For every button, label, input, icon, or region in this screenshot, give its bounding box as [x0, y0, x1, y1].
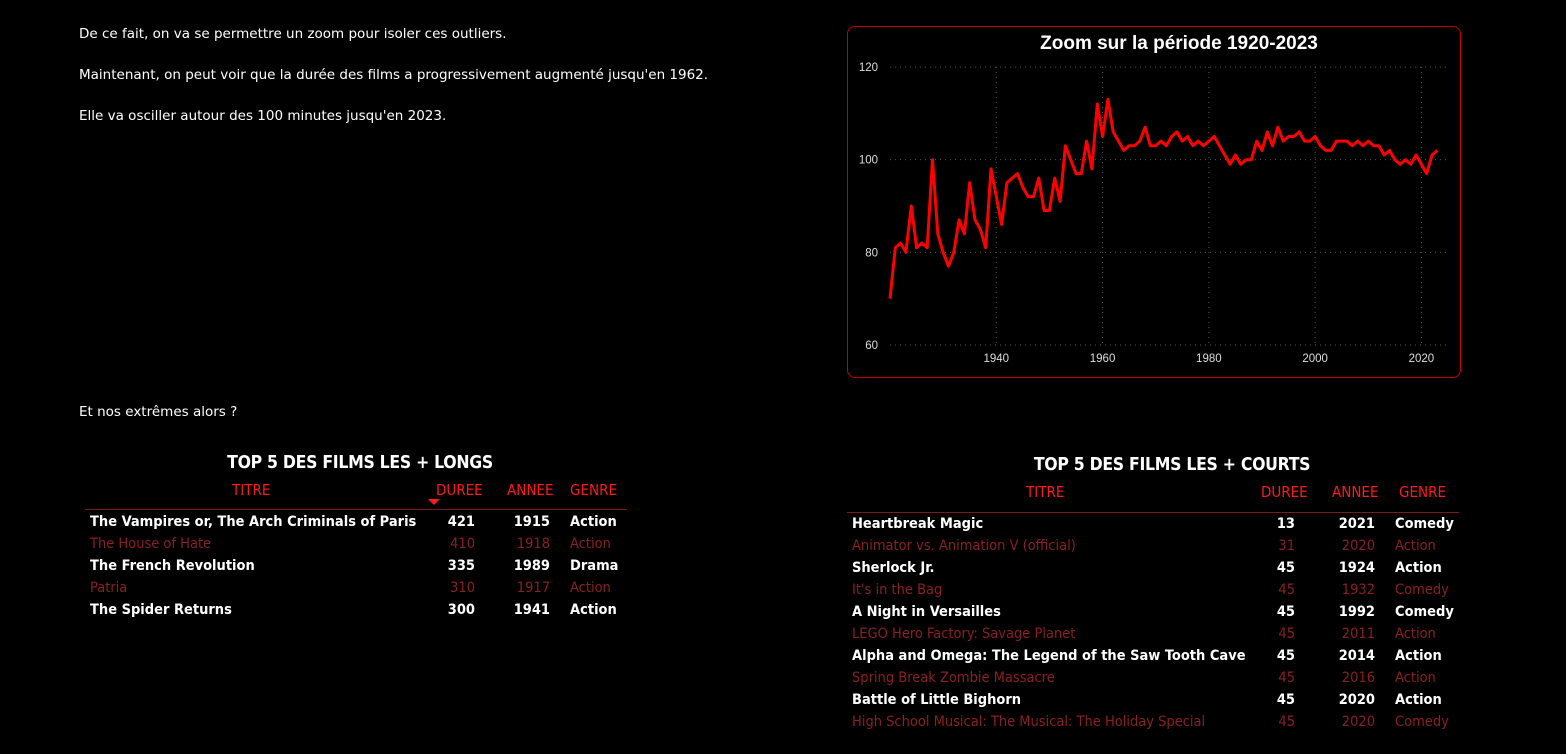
top-short-title: TOP 5 DES FILMS LES + COURTS — [1033, 455, 1311, 475]
header-genre[interactable]: GENRE — [570, 481, 617, 499]
cell-annee: 2021 — [1338, 516, 1375, 532]
header-duree[interactable]: DUREE — [436, 481, 483, 499]
cell-genre: Action — [1395, 692, 1442, 708]
cell-duree: 335 — [447, 558, 475, 574]
cell-genre: Action — [570, 580, 611, 596]
cell-annee: 1917 — [516, 580, 550, 596]
cell-annee: 2011 — [1341, 626, 1375, 642]
header-divider — [847, 512, 1459, 513]
chart-title: Zoom sur la période 1920-2023 — [1040, 33, 1318, 54]
header-duree[interactable]: DUREE — [1261, 483, 1308, 501]
header-titre[interactable]: TITRE — [1026, 483, 1064, 501]
header-divider — [85, 509, 627, 510]
paragraph-increase: Maintenant, on peut voir que la durée de… — [79, 67, 709, 83]
cell-annee: 2020 — [1341, 538, 1375, 554]
cell-genre: Action — [1395, 670, 1436, 686]
cell-genre: Comedy — [1395, 604, 1454, 620]
cell-duree: 31 — [1278, 538, 1295, 554]
header-genre[interactable]: GENRE — [1399, 483, 1446, 501]
cell-duree: 310 — [450, 580, 475, 596]
cell-genre: Action — [1395, 560, 1442, 576]
cell-annee: 1989 — [513, 558, 550, 574]
line-chart-svg: Zoom sur la période 1920-2023 60 80 100 120 1… — [859, 33, 1448, 365]
cell-titre: Heartbreak Magic — [852, 516, 984, 532]
cell-duree: 45 — [1276, 604, 1295, 620]
cell-annee: 1992 — [1338, 604, 1375, 620]
header-annee[interactable]: ANNEE — [1332, 483, 1378, 501]
cell-genre: Drama — [570, 558, 619, 574]
cell-genre: Action — [1395, 626, 1436, 642]
cell-duree: 410 — [450, 536, 475, 552]
cell-duree: 45 — [1276, 692, 1295, 708]
cell-titre: The Vampires or, The Arch Criminals of P… — [90, 514, 417, 530]
cell-titre: A Night in Versailles — [852, 604, 1001, 620]
paragraph-extremes: Et nos extrêmes alors ? — [79, 404, 238, 420]
cell-titre: Alpha and Omega: The Legend of the Saw T… — [852, 648, 1246, 664]
cell-titre: Animator vs. Animation V (official) — [852, 538, 1076, 554]
cell-annee: 2016 — [1341, 670, 1375, 686]
cell-duree: 13 — [1276, 516, 1295, 532]
cell-duree: 45 — [1278, 714, 1295, 730]
header-annee[interactable]: ANNEE — [507, 481, 553, 499]
cell-titre: It's in the Bag — [852, 582, 943, 598]
paragraph-zoom: De ce fait, on va se permettre un zoom p… — [79, 26, 507, 42]
cell-annee: 2014 — [1338, 648, 1375, 664]
y-tick-label: 60 — [865, 340, 878, 352]
x-tick-label: 1940 — [983, 353, 1009, 365]
cell-duree: 45 — [1276, 648, 1295, 664]
cell-duree: 300 — [447, 602, 475, 618]
y-tick-label: 100 — [859, 155, 878, 167]
zoom-chart: Zoom sur la période 1920-2023 60 80 100 120 1… — [847, 26, 1461, 378]
cell-annee: 2020 — [1338, 692, 1375, 708]
x-tick-label: 1960 — [1090, 353, 1116, 365]
x-tick-label: 2020 — [1409, 353, 1435, 365]
y-tick-label: 120 — [859, 62, 878, 74]
cell-genre: Comedy — [1395, 714, 1449, 730]
cell-titre: Sherlock Jr. — [852, 560, 935, 576]
cell-annee: 1918 — [516, 536, 550, 552]
cell-duree: 45 — [1278, 670, 1295, 686]
cell-genre: Action — [1395, 648, 1442, 664]
cell-genre: Action — [570, 536, 611, 552]
y-tick-label: 80 — [865, 247, 878, 259]
cell-duree: 45 — [1278, 626, 1295, 642]
cell-titre: Patria — [90, 580, 128, 596]
x-tick-label: 1980 — [1196, 353, 1222, 365]
cell-duree: 45 — [1276, 560, 1295, 576]
cell-annee: 1941 — [513, 602, 550, 618]
cell-duree: 421 — [447, 514, 475, 530]
cell-titre: Battle of Little Bighorn — [852, 692, 1022, 708]
cell-genre: Comedy — [1395, 516, 1454, 532]
cell-titre: The Spider Returns — [90, 602, 232, 618]
cell-duree: 45 — [1278, 582, 1295, 598]
top-long-title: TOP 5 DES FILMS LES + LONGS — [227, 453, 493, 473]
paragraph-oscillate: Elle va osciller autour des 100 minutes … — [79, 108, 447, 124]
cell-genre: Comedy — [1395, 582, 1449, 598]
cell-genre: Action — [570, 514, 617, 530]
cell-titre: LEGO Hero Factory: Savage Planet — [852, 626, 1076, 642]
cell-annee: 2020 — [1341, 714, 1375, 730]
cell-titre: High School Musical: The Musical: The Ho… — [852, 714, 1206, 730]
cell-titre: Spring Break Zombie Massacre — [852, 670, 1055, 686]
cell-titre: The House of Hate — [90, 536, 212, 552]
cell-annee: 1932 — [1341, 582, 1375, 598]
sort-desc-icon — [428, 499, 440, 505]
x-tick-label: 2000 — [1302, 353, 1328, 365]
cell-annee: 1924 — [1338, 560, 1375, 576]
cell-genre: Action — [570, 602, 617, 618]
cell-titre: The French Revolution — [90, 558, 255, 574]
cell-genre: Action — [1395, 538, 1436, 554]
series-line — [888, 97, 1439, 299]
cell-annee: 1915 — [513, 514, 550, 530]
header-titre[interactable]: TITRE — [232, 481, 270, 499]
